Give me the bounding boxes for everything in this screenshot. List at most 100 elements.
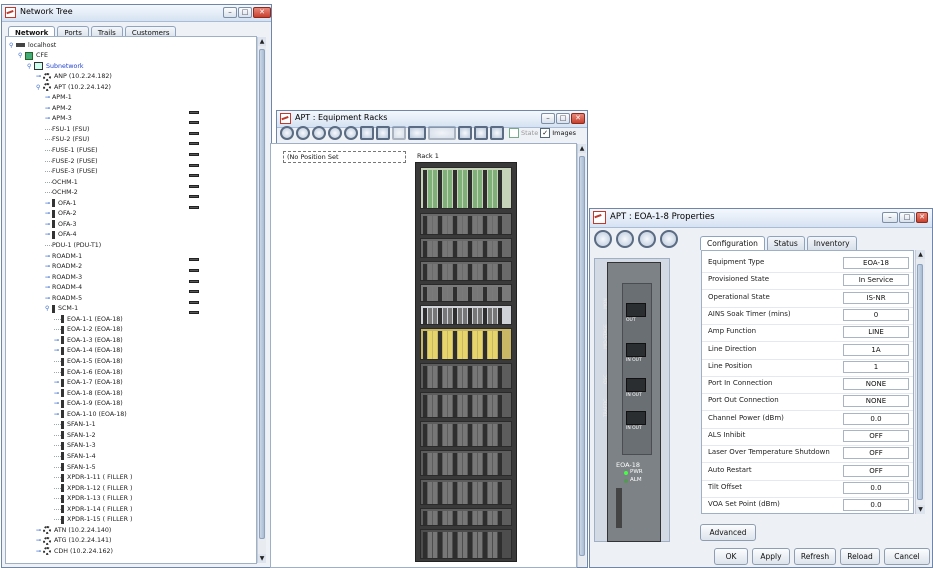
tree-node[interactable]: EOA-1-1 (EOA-18) — [54, 314, 123, 324]
apply-button[interactable]: Apply — [752, 548, 790, 565]
tree-node[interactable]: ⊸ ROADM-1 — [45, 251, 199, 272]
property-value-field[interactable]: In Service — [843, 274, 909, 287]
tree-node[interactable]: SFAN-1-2 — [54, 430, 96, 440]
optical-port-icon[interactable] — [626, 378, 646, 392]
rack-add-icon[interactable] — [408, 126, 426, 140]
zoom-fit-icon[interactable] — [660, 230, 678, 248]
expand-toggle-icon[interactable]: ⊸ — [45, 295, 52, 302]
tree-node[interactable]: ⊸ EOA-1-4 (EOA-18) — [54, 346, 123, 356]
tree-node[interactable]: ⊸ CDH (10.2.24.162) — [36, 546, 113, 556]
close-button[interactable]: ✕ — [916, 212, 928, 223]
tree-node[interactable]: ⚲ SCM-1 — [45, 304, 78, 314]
property-value-field[interactable]: 0 — [843, 308, 909, 321]
collapse-toggle-icon[interactable]: ⚲ — [36, 84, 43, 91]
grid-icon[interactable] — [360, 126, 374, 140]
reload-button[interactable]: Reload — [840, 548, 880, 565]
tree-node[interactable]: ⊸ EOA-1-7 (EOA-18) — [54, 378, 123, 388]
no-position-set-box[interactable]: (No Position Set — [283, 151, 406, 163]
tree-node[interactable]: ⊸ OFA-4 — [45, 230, 76, 240]
tree-node[interactable]: ⊸ OFA-3 — [45, 219, 76, 229]
expand-toggle-icon[interactable]: ⊸ — [45, 263, 52, 270]
rack-shelf[interactable] — [420, 284, 512, 302]
rack-shelf[interactable] — [420, 363, 512, 389]
rack-shelf[interactable] — [420, 167, 512, 209]
expand-toggle-icon[interactable]: ⊸ — [45, 231, 52, 238]
expand-toggle-icon[interactable]: ⊸ — [36, 537, 43, 544]
zoom-fit-icon[interactable] — [344, 126, 358, 140]
minimize-button[interactable]: – — [223, 7, 237, 18]
scroll-down-arrow[interactable]: ▼ — [916, 505, 925, 514]
refresh-icon[interactable] — [280, 126, 294, 140]
print-icon[interactable] — [490, 126, 504, 140]
zoom-icon[interactable] — [594, 230, 612, 248]
collapse-toggle-icon[interactable]: ⚲ — [27, 63, 34, 70]
property-value-field[interactable]: EOA-18 — [843, 257, 909, 269]
rack-shelf[interactable] — [420, 450, 512, 476]
tree-node[interactable]: ⊸ APM-3 — [45, 114, 199, 135]
tree-node[interactable]: SFAN-1-5 — [54, 462, 96, 472]
scroll-down-arrow[interactable]: ▼ — [258, 554, 266, 563]
expand-toggle-icon[interactable]: ⊸ — [36, 73, 43, 80]
print-preview-icon[interactable] — [474, 126, 488, 140]
expand-toggle-icon[interactable]: ⊸ — [54, 379, 61, 386]
expand-toggle-icon[interactable]: ⊸ — [54, 390, 61, 397]
expand-toggle-icon[interactable]: ⊸ — [45, 284, 52, 291]
network-tree-titlebar[interactable]: Network Tree – □ ✕ — [2, 5, 271, 22]
expand-toggle-icon[interactable]: ⊸ — [54, 337, 61, 344]
zoom-in-icon[interactable] — [312, 126, 326, 140]
expand-toggle-icon[interactable]: ⊸ — [36, 548, 43, 555]
rack-shelf[interactable] — [420, 261, 512, 281]
property-value-field[interactable]: OFF — [843, 464, 909, 477]
tree-node[interactable]: ⊸ OFA-2 — [45, 209, 76, 219]
expand-toggle-icon[interactable]: ⊸ — [54, 400, 61, 407]
tab-status[interactable]: Status — [766, 236, 805, 250]
images-checkbox[interactable]: ✓ — [540, 128, 551, 138]
expand-toggle-icon[interactable]: ⊸ — [45, 274, 52, 281]
rack-shelf[interactable] — [420, 305, 512, 325]
expand-toggle-icon[interactable]: ⊸ — [36, 527, 43, 534]
expand-toggle-icon[interactable]: ⊸ — [45, 105, 52, 112]
tree-node[interactable]: SFAN-1-3 — [54, 441, 96, 451]
property-value-field[interactable]: 1A — [843, 343, 909, 356]
property-value-field[interactable]: 1 — [843, 360, 909, 373]
tree-node[interactable]: FSU-2 (FSU) — [45, 135, 199, 156]
tree-node[interactable]: PDU-1 (PDU-T1) — [45, 240, 199, 262]
zoom-out-icon[interactable] — [638, 230, 656, 248]
expand-toggle-icon[interactable]: ⊸ — [45, 221, 52, 228]
rack-shelf[interactable] — [420, 421, 512, 447]
rack-shelf[interactable] — [420, 392, 512, 418]
scroll-thumb[interactable] — [917, 264, 923, 500]
property-value-field[interactable]: NONE — [843, 378, 909, 391]
zoom-icon[interactable] — [296, 126, 310, 140]
optical-port-icon[interactable] — [626, 303, 646, 317]
tab-inventory[interactable]: Inventory — [806, 236, 857, 250]
rack-canvas[interactable]: (No Position Set Rack 1 — [270, 143, 577, 568]
close-button[interactable]: ✕ — [253, 7, 271, 18]
tree-node[interactable]: ⚲ Subnetwork — [27, 61, 84, 71]
optical-port-icon[interactable] — [626, 411, 646, 425]
tree-node[interactable]: FUSE-1 (FUSE) — [45, 146, 199, 167]
save-icon[interactable] — [458, 126, 472, 140]
collapse-toggle-icon[interactable]: ⚲ — [45, 305, 52, 312]
tree-node[interactable]: SFAN-1-1 — [54, 420, 96, 430]
tree-node[interactable]: ⊸ OFA-1 — [45, 198, 76, 208]
tree-node[interactable]: ⊸ ROADM-5 — [45, 293, 199, 315]
tree-node[interactable]: ⊸ EOA-1-3 (EOA-18) — [54, 335, 123, 345]
collapse-toggle-icon[interactable]: ⚲ — [9, 42, 16, 49]
chart-icon[interactable] — [376, 126, 390, 140]
expand-toggle-icon[interactable]: ⊸ — [45, 115, 52, 122]
tree-node[interactable]: XPDR-1-13 ( FILLER ) — [54, 494, 132, 504]
scroll-up-arrow[interactable]: ▲ — [578, 144, 586, 153]
property-value-field[interactable]: 0.0 — [843, 412, 909, 425]
rack-shelf[interactable] — [420, 508, 512, 526]
property-value-field[interactable]: 0.0 — [843, 499, 909, 512]
scroll-thumb[interactable] — [579, 156, 585, 556]
expand-toggle-icon[interactable]: ⊸ — [45, 253, 52, 260]
minimize-button[interactable]: – — [882, 212, 898, 223]
rack-shelf[interactable] — [420, 479, 512, 505]
network-tree[interactable]: ⚲ localhost ⚲ CFE ⚲ Subnetwork ⊸ ANP (10.2.24.1… — [5, 36, 257, 564]
tree-node[interactable]: FSU-1 (FSU) — [45, 124, 199, 146]
state-checkbox[interactable] — [509, 128, 519, 138]
tree-node[interactable]: FUSE-2 (FUSE) — [45, 156, 199, 178]
scroll-up-arrow[interactable]: ▲ — [258, 37, 266, 46]
